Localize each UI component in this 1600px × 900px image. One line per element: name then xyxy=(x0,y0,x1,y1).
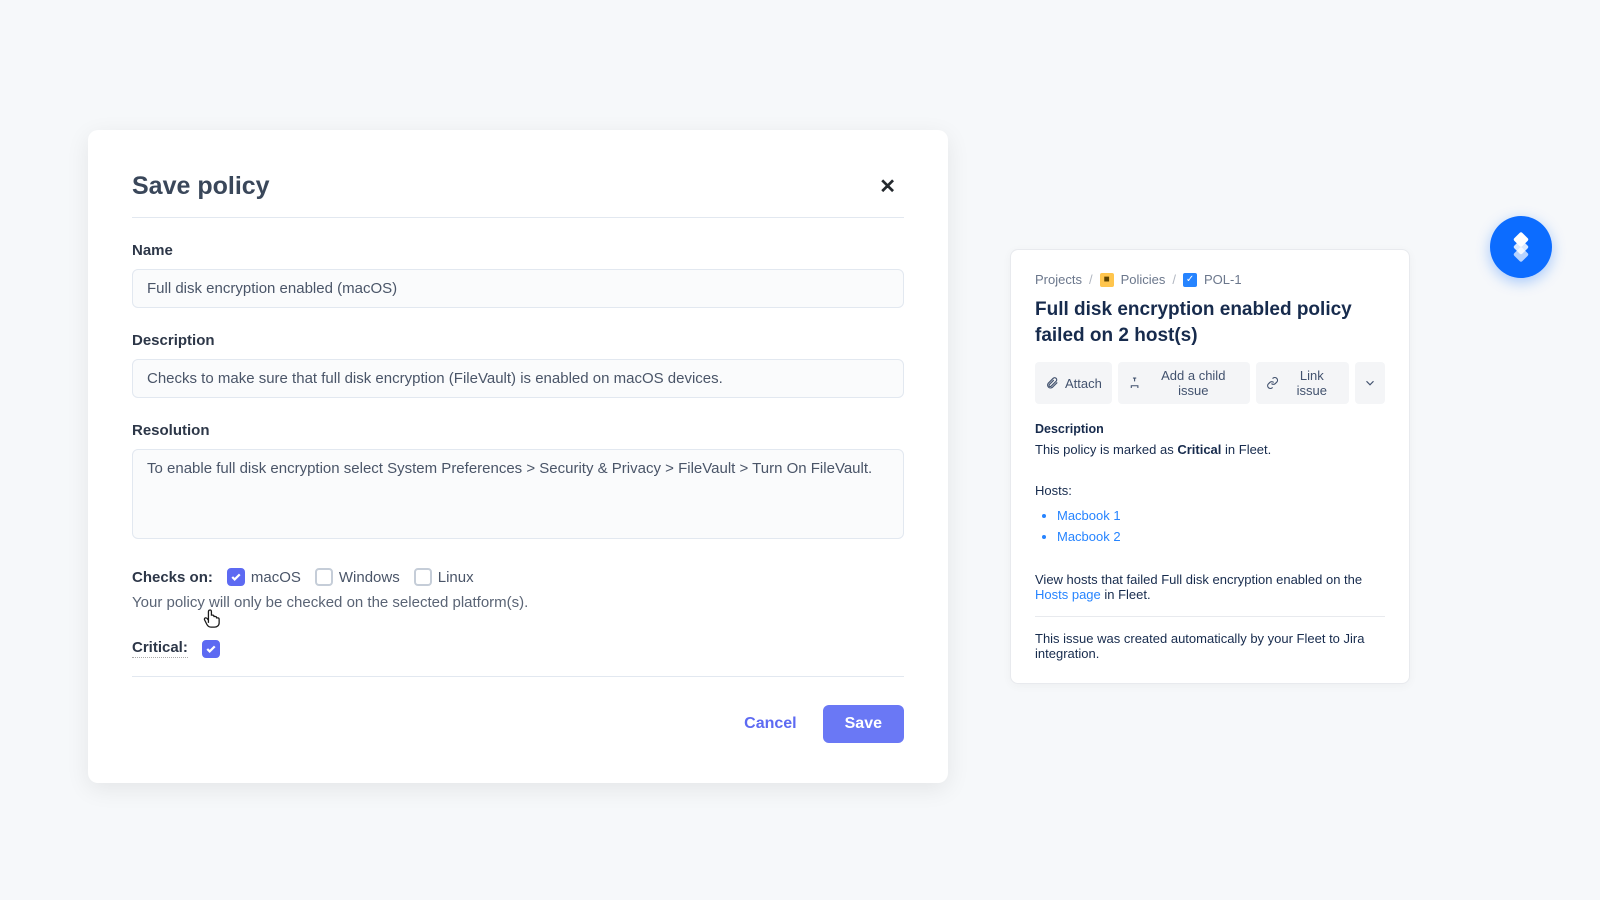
description-section-label: Description xyxy=(1035,422,1385,436)
link-issue-button[interactable]: Link issue xyxy=(1256,362,1349,404)
modal-header: Save policy ✕ xyxy=(132,170,904,218)
name-label: Name xyxy=(132,242,904,259)
desc-strong: Critical xyxy=(1177,442,1221,457)
checks-label: Checks on: xyxy=(132,569,213,586)
jira-logo-badge xyxy=(1490,216,1552,278)
breadcrumb-issue[interactable]: POL-1 xyxy=(1204,272,1242,287)
jira-panel: Projects / ■ Policies / ✓ POL-1 Full dis… xyxy=(1010,249,1410,684)
resolution-label: Resolution xyxy=(132,422,904,439)
modal-footer: Cancel Save xyxy=(132,705,904,743)
platform-label-windows: Windows xyxy=(339,569,400,586)
critical-checkbox[interactable] xyxy=(202,640,220,658)
platform-linux[interactable]: Linux xyxy=(414,568,474,586)
more-actions-button[interactable] xyxy=(1355,362,1385,404)
list-item: Macbook 1 xyxy=(1057,508,1385,523)
folder-icon: ■ xyxy=(1100,273,1114,287)
created-by-text: This issue was created automatically by … xyxy=(1035,631,1385,661)
view-post: in Fleet. xyxy=(1101,587,1151,602)
desc-pre: This policy is marked as xyxy=(1035,442,1177,457)
link-icon xyxy=(1266,376,1279,390)
breadcrumb-policies[interactable]: Policies xyxy=(1121,272,1166,287)
list-item: Macbook 2 xyxy=(1057,529,1385,544)
view-pre: View hosts that failed Full disk encrypt… xyxy=(1035,572,1362,587)
issue-type-icon: ✓ xyxy=(1183,273,1197,287)
add-child-label: Add a child issue xyxy=(1147,368,1240,398)
breadcrumb-projects[interactable]: Projects xyxy=(1035,272,1082,287)
hierarchy-icon xyxy=(1128,376,1141,390)
platform-macos[interactable]: macOS xyxy=(227,568,301,586)
issue-title: Full disk encryption enabled policy fail… xyxy=(1035,297,1385,348)
host-link[interactable]: Macbook 1 xyxy=(1057,508,1121,523)
breadcrumb: Projects / ■ Policies / ✓ POL-1 xyxy=(1035,272,1385,287)
description-text: This policy is marked as Critical in Fle… xyxy=(1035,442,1385,457)
add-child-button[interactable]: Add a child issue xyxy=(1118,362,1250,404)
chevron-down-icon xyxy=(1363,376,1377,390)
jira-diamond-icon xyxy=(1506,232,1536,262)
hosts-page-link[interactable]: Hosts page xyxy=(1035,587,1101,602)
save-button[interactable]: Save xyxy=(823,705,904,743)
critical-row: Critical: xyxy=(132,639,904,677)
description-input[interactable] xyxy=(132,359,904,398)
critical-label: Critical: xyxy=(132,639,188,658)
modal-title: Save policy xyxy=(132,172,270,201)
platform-label-linux: Linux xyxy=(438,569,474,586)
link-label: Link issue xyxy=(1285,368,1339,398)
attach-label: Attach xyxy=(1065,376,1102,391)
description-label: Description xyxy=(132,332,904,349)
save-policy-modal: Save policy ✕ Name Description Resolutio… xyxy=(88,130,948,783)
paperclip-icon xyxy=(1045,376,1059,390)
name-input[interactable] xyxy=(132,269,904,308)
desc-post: in Fleet. xyxy=(1221,442,1271,457)
hosts-list: Macbook 1 Macbook 2 xyxy=(1035,508,1385,544)
cancel-button[interactable]: Cancel xyxy=(738,707,802,741)
view-hosts-text: View hosts that failed Full disk encrypt… xyxy=(1035,572,1385,616)
attach-button[interactable]: Attach xyxy=(1035,362,1112,404)
checkbox-linux-icon xyxy=(414,568,432,586)
host-link[interactable]: Macbook 2 xyxy=(1057,529,1121,544)
breadcrumb-sep: / xyxy=(1172,272,1176,287)
checkbox-macos-icon xyxy=(227,568,245,586)
issue-actions: Attach Add a child issue Link issue xyxy=(1035,362,1385,404)
hosts-label: Hosts: xyxy=(1035,483,1385,498)
breadcrumb-sep: / xyxy=(1089,272,1093,287)
checkbox-windows-icon xyxy=(315,568,333,586)
checks-help: Your policy will only be checked on the … xyxy=(132,594,904,611)
platform-windows[interactable]: Windows xyxy=(315,568,400,586)
close-button[interactable]: ✕ xyxy=(871,170,904,203)
resolution-input[interactable]: To enable full disk encryption select Sy… xyxy=(132,449,904,539)
checks-row: Checks on: macOS Windows Linux xyxy=(132,568,904,586)
platform-label-macos: macOS xyxy=(251,569,301,586)
